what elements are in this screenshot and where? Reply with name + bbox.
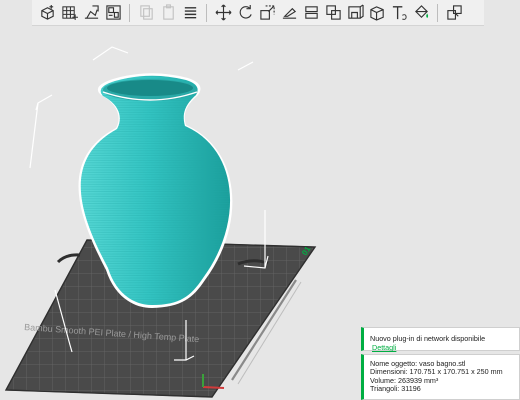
lay-on-face-button[interactable] <box>278 2 300 24</box>
plugin-message: Nuovo plug-in di network disponibile <box>370 334 486 343</box>
details-link[interactable]: Dettagli <box>372 343 396 352</box>
assembly-view-button[interactable] <box>443 2 465 24</box>
copy-button[interactable] <box>135 2 157 24</box>
toolbar-divider <box>437 3 438 22</box>
text-emboss-icon <box>392 6 407 20</box>
plugin-update-notification: Nuovo plug-in di network disponibile Det… <box>361 327 520 352</box>
rotate-icon <box>239 4 252 19</box>
paste-icon <box>162 4 174 20</box>
cut-button[interactable] <box>300 2 322 24</box>
auto-orient-button[interactable] <box>80 2 102 24</box>
layers-list-button[interactable] <box>179 2 201 24</box>
seam-paint-icon <box>369 6 384 21</box>
add-object-button[interactable] <box>36 2 58 24</box>
support-paint-icon <box>347 4 364 19</box>
color-paint-icon <box>414 5 428 19</box>
move-icon <box>215 4 231 21</box>
arrange-button[interactable] <box>102 2 124 24</box>
copy-icon <box>139 5 153 20</box>
text-emboss-button[interactable] <box>388 2 410 24</box>
arrange-icon <box>105 5 121 20</box>
paste-button[interactable] <box>157 2 179 24</box>
add-plate-icon <box>61 6 78 21</box>
scale-icon <box>259 5 275 20</box>
assembly-view-icon <box>446 5 462 20</box>
auto-orient-icon <box>84 5 99 19</box>
object-info-panel: Nome oggetto: vaso bagno.stl Dimensioni:… <box>361 354 520 400</box>
boolean-icon <box>325 5 341 20</box>
scale-button[interactable] <box>256 2 278 24</box>
color-paint-button[interactable] <box>410 2 432 24</box>
boolean-button[interactable] <box>322 2 344 24</box>
main-toolbar <box>32 0 484 26</box>
object-triangles: Triangoli: 31196 <box>370 384 421 394</box>
move-button[interactable] <box>212 2 234 24</box>
seam-paint-button[interactable] <box>366 2 388 24</box>
layers-list-icon <box>184 7 196 19</box>
toolbar-divider <box>129 3 130 22</box>
add-plate-button[interactable] <box>58 2 80 24</box>
lay-on-face-icon <box>282 7 296 19</box>
support-paint-button[interactable] <box>344 2 366 24</box>
add-object-icon <box>40 4 54 20</box>
rotate-button[interactable] <box>234 2 256 24</box>
cut-icon <box>304 6 318 19</box>
toolbar-divider <box>206 3 207 22</box>
